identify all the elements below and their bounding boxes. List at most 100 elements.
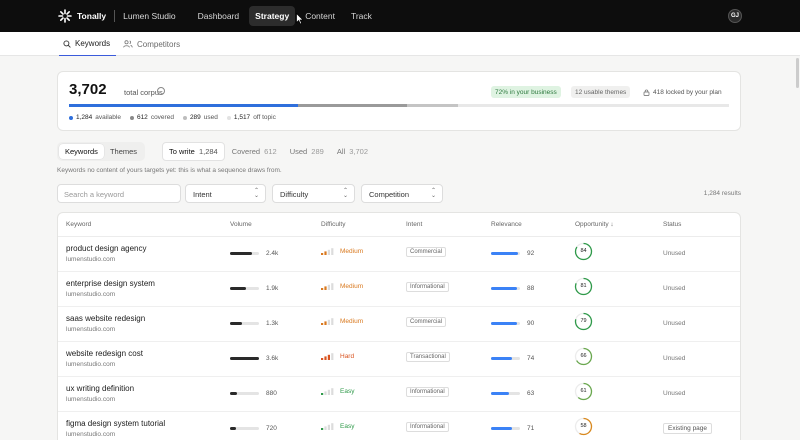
table-row[interactable]: figma design system tutorial lumenstudio.…: [58, 412, 740, 440]
status-badge: Unused: [663, 285, 686, 292]
legend-off-topic: 1,517 off topic: [226, 114, 276, 121]
keyword-text[interactable]: enterprise design system: [66, 279, 155, 288]
competition-select[interactable]: Competition ⌃ ⌄: [361, 184, 443, 203]
table-row[interactable]: enterprise design system lumenstudio.com 1…: [58, 272, 740, 307]
view-themes[interactable]: Themes: [104, 144, 143, 159]
status-badge: Existing page: [663, 423, 713, 434]
volume-bar: [230, 252, 259, 255]
keyword-text[interactable]: figma design system tutorial: [66, 419, 165, 428]
workspace-name[interactable]: Lumen Studio: [123, 11, 175, 21]
view-keywords[interactable]: Keywords: [59, 144, 104, 159]
legend-value: 612: [136, 114, 148, 121]
legend-label: off topic: [253, 114, 276, 121]
chevron-updown-icon: ⌃ ⌄: [430, 188, 436, 199]
volume-value: 2.4k: [266, 250, 279, 257]
filter-covered[interactable]: Covered 612: [226, 143, 283, 160]
table-row[interactable]: ux writing definition lumenstudio.com 880 E…: [58, 377, 740, 412]
relevance-bar: [491, 357, 520, 360]
keyword-domain: lumenstudio.com: [66, 326, 116, 333]
keyword-domain: lumenstudio.com: [66, 361, 116, 368]
opportunity-value: 66: [580, 353, 587, 359]
col-keyword[interactable]: Keyword: [66, 221, 91, 228]
relevance-bar-fill: [491, 322, 518, 325]
col-volume[interactable]: Volume: [230, 221, 252, 228]
corpus-summary-card: 3,702 total corpus 72% in your business …: [57, 71, 741, 131]
col-relevance[interactable]: Relevance: [491, 221, 522, 228]
brand[interactable]: Tonally: [58, 9, 106, 23]
info-icon[interactable]: [157, 87, 165, 95]
volume-bar: [230, 357, 259, 360]
nav-strategy[interactable]: Strategy: [249, 6, 296, 26]
keyword-domain: lumenstudio.com: [66, 431, 116, 438]
col-difficulty[interactable]: Difficulty: [321, 221, 345, 228]
tab-keywords[interactable]: Keywords: [59, 32, 116, 56]
relevance-value: 74: [527, 355, 535, 362]
competition-select-label: Competition: [369, 190, 410, 199]
opportunity-value: 84: [580, 248, 587, 254]
main-nav: Dashboard Strategy Content Track: [192, 6, 382, 26]
col-intent[interactable]: Intent: [406, 221, 422, 228]
filter-all[interactable]: All 3,702: [331, 143, 374, 160]
filter-count: 3,702: [349, 147, 369, 156]
hint-text: Keywords no content of yours targets yet…: [57, 167, 282, 174]
relevance-bar-fill: [491, 427, 512, 430]
divider: [114, 10, 116, 22]
sunburst-logo-icon: [58, 9, 72, 23]
table-row[interactable]: product design agency lumenstudio.com 2.4k…: [58, 237, 740, 272]
filter-used[interactable]: Used 289: [284, 143, 330, 160]
volume-value: 1.9k: [266, 285, 279, 292]
corpus-bar-segment: [69, 104, 299, 107]
keyword-text[interactable]: ux writing definition: [66, 384, 134, 393]
sort-down-icon: ↓: [610, 221, 614, 228]
keyword-text[interactable]: saas website redesign: [66, 314, 145, 323]
scrollbar[interactable]: [796, 58, 799, 88]
intent-badge: Informational: [406, 422, 449, 432]
subtab-bar: Keywords Competitors: [0, 32, 800, 56]
filter-label: Used: [289, 147, 308, 156]
intent-select[interactable]: Intent ⌃ ⌄: [185, 184, 266, 203]
search-icon: [63, 39, 71, 48]
users-icon: [123, 40, 133, 48]
nav-dashboard[interactable]: Dashboard: [192, 6, 246, 26]
nav-content[interactable]: Content: [299, 6, 341, 26]
difficulty-label: Medium: [340, 283, 364, 290]
filter-count: 1,284: [198, 147, 218, 156]
avatar[interactable]: GJ: [728, 9, 742, 23]
opportunity-value: 61: [580, 388, 587, 394]
tab-competitors[interactable]: Competitors: [123, 32, 180, 56]
nav-track[interactable]: Track: [345, 6, 378, 26]
volume-bar-fill: [230, 357, 259, 360]
table-row[interactable]: saas website redesign lumenstudio.com 1.3k…: [58, 307, 740, 342]
col-opportunity-label: Opportunity: [575, 221, 609, 228]
search-input[interactable]: Search a keyword: [57, 184, 181, 203]
relevance-bar: [491, 287, 520, 290]
filter-label: To write: [169, 147, 195, 156]
mouse-cursor-icon: [296, 13, 304, 25]
view-toggle: Keywords Themes: [57, 142, 146, 161]
relevance-bar-fill: [491, 357, 513, 360]
col-opportunity[interactable]: Opportunity ↓: [575, 221, 614, 228]
table-row[interactable]: website redesign cost lumenstudio.com 3.6k…: [58, 342, 740, 377]
difficulty-label: Easy: [340, 388, 355, 395]
difficulty-label: Easy: [340, 423, 355, 430]
relevance-bar: [491, 322, 520, 325]
filter-to-write[interactable]: To write 1,284: [162, 142, 225, 161]
chevron-updown-icon: ⌃ ⌄: [253, 188, 259, 199]
filter-count: 289: [311, 147, 324, 156]
volume-bar: [230, 427, 259, 430]
status-badge: Unused: [663, 355, 686, 362]
volume-value: 720: [266, 425, 277, 432]
difficulty-label: Medium: [340, 248, 364, 255]
corpus-bar-segment: [406, 104, 459, 107]
intent-badge: Commercial: [406, 247, 447, 257]
table-header: Keyword Volume Difficulty Intent Relevan…: [58, 213, 740, 237]
relevance-bar-fill: [491, 287, 517, 290]
difficulty-select[interactable]: Difficulty ⌃ ⌄: [272, 184, 355, 203]
legend-available: 1,284 available: [69, 114, 121, 121]
volume-bar: [230, 287, 259, 290]
volume-bar: [230, 392, 259, 395]
keyword-text[interactable]: website redesign cost: [66, 349, 143, 358]
keyword-text[interactable]: product design agency: [66, 244, 147, 253]
relevance-bar: [491, 392, 520, 395]
col-status[interactable]: Status: [663, 221, 681, 228]
